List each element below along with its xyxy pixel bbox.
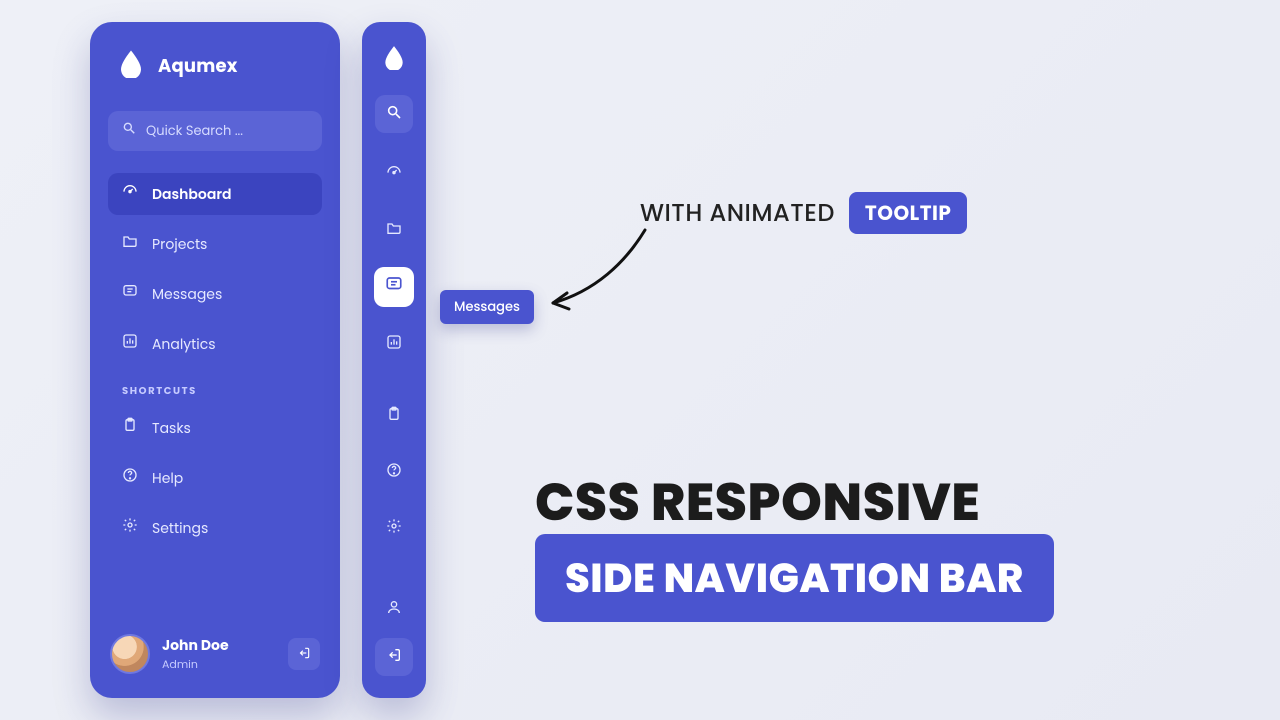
sidebar-item-label: Dashboard [152, 184, 231, 205]
help-icon [122, 467, 138, 489]
gear-icon [386, 516, 402, 541]
sidebar-item-dashboard[interactable]: Dashboard [108, 173, 322, 215]
collapsed-search[interactable] [375, 95, 413, 133]
hero-line2: SIDE NAVIGATION BAR [535, 534, 1054, 622]
collapsed-item-messages[interactable] [374, 267, 414, 307]
sidebar-item-help[interactable]: Help [108, 457, 322, 499]
search-input[interactable]: Quick Search ... [108, 111, 322, 151]
folder-icon [122, 233, 138, 255]
collapsed-logout[interactable] [375, 638, 413, 676]
logout-icon [297, 642, 311, 667]
logo-icon [381, 44, 407, 77]
user-name: John Doe [162, 635, 276, 656]
sidebar-item-label: Analytics [152, 334, 216, 355]
collapsed-items [362, 95, 426, 547]
tooltip-label: Messages [454, 297, 520, 316]
help-icon [386, 460, 402, 485]
collapsed-user[interactable] [375, 590, 413, 628]
hero-line1: CSS RESPONSIVE [535, 464, 980, 542]
chart-icon [386, 332, 402, 357]
user-block: John Doe Admin [162, 635, 276, 673]
clipboard-icon [386, 404, 402, 429]
hero-badge: TOOLTIP [849, 192, 968, 234]
chart-icon [122, 333, 138, 355]
logo-icon [116, 48, 146, 85]
collapsed-item-projects[interactable] [375, 211, 413, 249]
sidebar-collapsed [362, 22, 426, 698]
collapsed-item-dashboard[interactable] [375, 155, 413, 193]
user-icon [386, 597, 402, 622]
brand-name: Aqumex [158, 53, 238, 80]
sidebar-item-tasks[interactable]: Tasks [108, 407, 322, 449]
sidebar-footer: John Doe Admin [108, 630, 322, 678]
hero-top-text: WITH ANIMATED [640, 196, 835, 231]
arrow-icon [545, 225, 655, 315]
sidebar-expanded: Aqumex Quick Search ... Dashboard Projec… [90, 22, 340, 698]
collapsed-item-settings[interactable] [375, 509, 413, 547]
search-icon [122, 121, 136, 141]
gauge-icon [386, 162, 402, 187]
collapsed-item-analytics[interactable] [375, 325, 413, 363]
sidebar-item-messages[interactable]: Messages [108, 273, 322, 315]
chat-icon [385, 275, 403, 300]
logout-button[interactable] [288, 638, 320, 670]
tooltip: Messages [440, 290, 534, 324]
folder-icon [386, 218, 402, 243]
clipboard-icon [122, 417, 138, 439]
sidebar-item-analytics[interactable]: Analytics [108, 323, 322, 365]
sidebar-item-label: Help [152, 468, 183, 489]
chat-icon [122, 283, 138, 305]
sidebar-item-settings[interactable]: Settings [108, 507, 322, 549]
sidebar-item-label: Messages [152, 284, 222, 305]
sidebar-item-label: Tasks [152, 418, 191, 439]
sidebar-item-label: Settings [152, 518, 208, 539]
collapsed-item-tasks[interactable] [375, 397, 413, 435]
sidebar-item-label: Projects [152, 234, 207, 255]
brand: Aqumex [108, 48, 322, 93]
nav-section-label: SHORTCUTS [108, 373, 322, 407]
user-role: Admin [162, 656, 276, 673]
logout-icon [386, 645, 402, 670]
hero-top: WITH ANIMATED TOOLTIP [640, 192, 967, 234]
sidebar-item-projects[interactable]: Projects [108, 223, 322, 265]
gear-icon [122, 517, 138, 539]
search-icon [386, 102, 402, 127]
gauge-icon [122, 183, 138, 205]
avatar[interactable] [110, 634, 150, 674]
search-placeholder: Quick Search ... [146, 121, 243, 141]
collapsed-item-help[interactable] [375, 453, 413, 491]
